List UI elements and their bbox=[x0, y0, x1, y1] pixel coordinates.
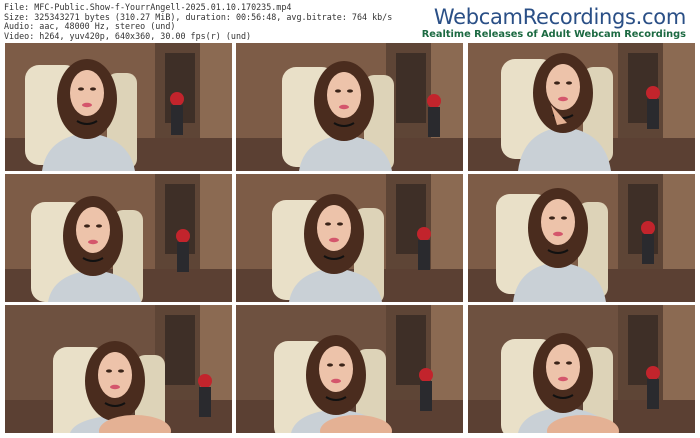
video-thumbnail bbox=[236, 305, 463, 433]
thumbnail-image bbox=[5, 174, 232, 302]
video-thumbnail bbox=[236, 43, 463, 171]
video-thumbnail bbox=[236, 174, 463, 302]
thumbnail-grid bbox=[0, 0, 700, 438]
thumbnail-image bbox=[468, 174, 695, 302]
video-thumbnail bbox=[5, 174, 232, 302]
video-thumbnail bbox=[468, 43, 695, 171]
thumbnail-image bbox=[468, 305, 695, 433]
thumbnail-image bbox=[236, 174, 463, 302]
thumbnail-image bbox=[468, 43, 695, 171]
video-thumbnail bbox=[468, 174, 695, 302]
video-thumbnail bbox=[468, 305, 695, 433]
thumbnail-image bbox=[236, 305, 463, 433]
thumbnail-image bbox=[236, 43, 463, 171]
thumbnail-image bbox=[5, 43, 232, 171]
video-thumbnail bbox=[5, 43, 232, 171]
video-thumbnail bbox=[5, 305, 232, 433]
thumbnail-image bbox=[5, 305, 232, 433]
